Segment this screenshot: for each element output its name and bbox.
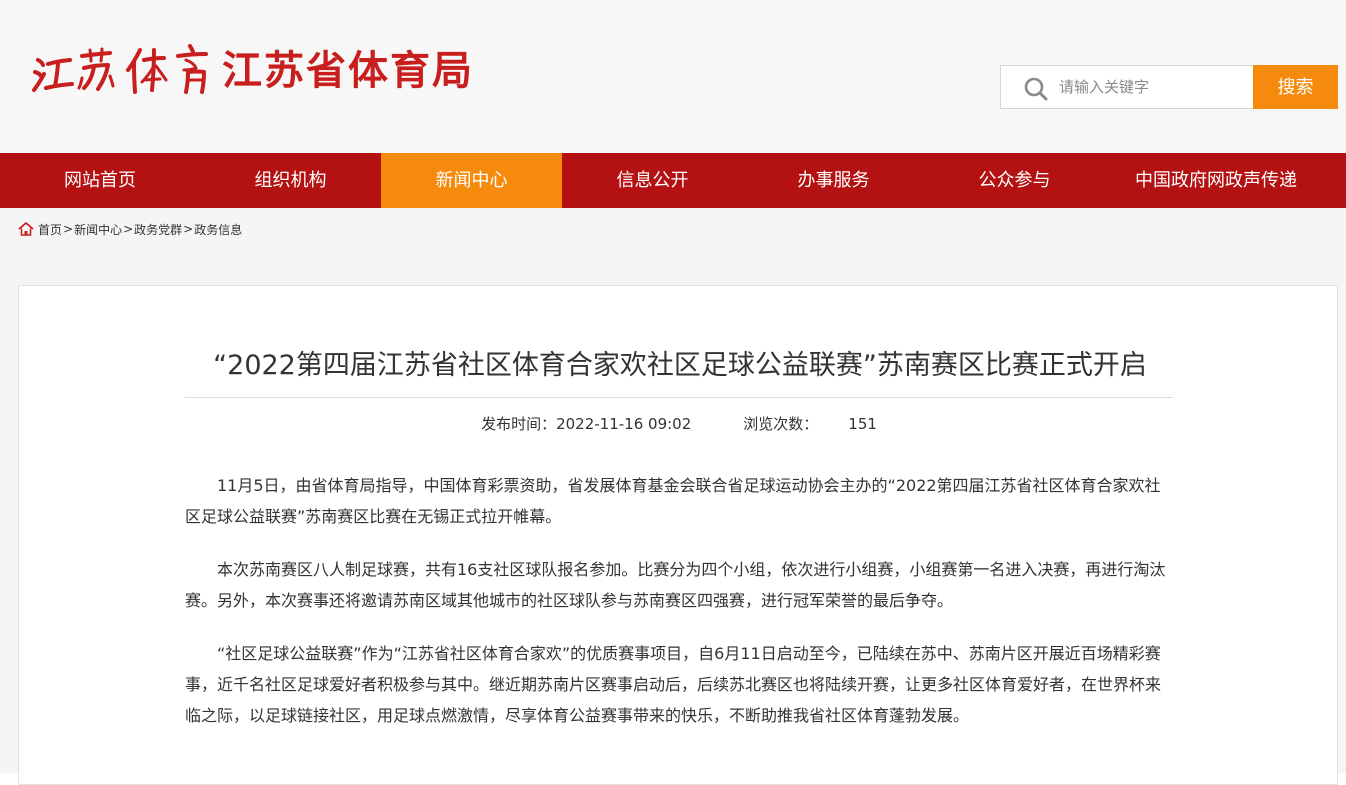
breadcrumb-party-affairs[interactable]: 政务党群 (134, 221, 182, 238)
article-panel: “2022第四届江苏省社区体育合家欢社区足球公益联赛”苏南赛区比赛正式开启 发布… (18, 285, 1338, 785)
view-count: 151 (848, 415, 877, 433)
search-button[interactable]: 搜索 (1253, 65, 1338, 109)
nav-item-services[interactable]: 办事服务 (743, 153, 924, 208)
breadcrumb-separator: > (63, 222, 74, 236)
publish-time: 2022-11-16 09:02 (556, 415, 692, 433)
breadcrumb-separator: > (183, 222, 194, 236)
site-header: 江苏省体育局 搜索 (0, 0, 1346, 153)
article-meta: 发布时间：2022-11-16 09:02 浏览次数： 151 (185, 413, 1173, 434)
search-icon (1024, 77, 1048, 101)
breadcrumb-separator: > (123, 222, 134, 236)
publish-time-label: 发布时间： (481, 415, 557, 433)
nav-item-info-disclosure[interactable]: 信息公开 (562, 153, 743, 208)
calligraphy-logo-icon[interactable] (30, 38, 220, 100)
site-title[interactable]: 江苏省体育局 (222, 44, 474, 98)
nav-item-gov-portal[interactable]: 中国政府网政声传递 (1105, 153, 1327, 208)
main-nav: 网站首页 组织机构 新闻中心 信息公开 办事服务 公众参与 中国政府网政声传递 (0, 153, 1346, 208)
nav-item-news[interactable]: 新闻中心 (381, 153, 562, 208)
article-paragraph: 本次苏南赛区八人制足球赛，共有16支社区球队报名参加。比赛分为四个小组，依次进行… (185, 560, 1166, 610)
article-paragraph: 11月5日，由省体育局指导，中国体育彩票资助，省发展体育基金会联合省足球运动协会… (185, 476, 1161, 526)
article-body: 11月5日，由省体育局指导，中国体育彩票资助，省发展体育基金会联合省足球运动协会… (185, 470, 1175, 753)
nav-item-home[interactable]: 网站首页 (0, 153, 200, 208)
nav-item-public-participation[interactable]: 公众参与 (924, 153, 1105, 208)
view-count-label: 浏览次数： (743, 415, 819, 433)
article-paragraph: “社区足球公益联赛”作为“江苏省社区体育合家欢”的优质赛事项目，自6月11日启动… (185, 644, 1162, 725)
title-divider (185, 397, 1173, 398)
breadcrumb: 首页 > 新闻中心 > 政务党群 > 政务信息 (18, 219, 242, 239)
nav-item-organization[interactable]: 组织机构 (200, 153, 381, 208)
breadcrumb-gov-info[interactable]: 政务信息 (194, 221, 242, 238)
search-box (1000, 65, 1254, 109)
breadcrumb-home[interactable]: 首页 (38, 221, 62, 238)
search-input[interactable] (1053, 68, 1249, 106)
article-title: “2022第四届江苏省社区体育合家欢社区足球公益联赛”苏南赛区比赛正式开启 (213, 350, 1147, 381)
home-icon (18, 222, 34, 236)
breadcrumb-news-center[interactable]: 新闻中心 (74, 221, 122, 238)
